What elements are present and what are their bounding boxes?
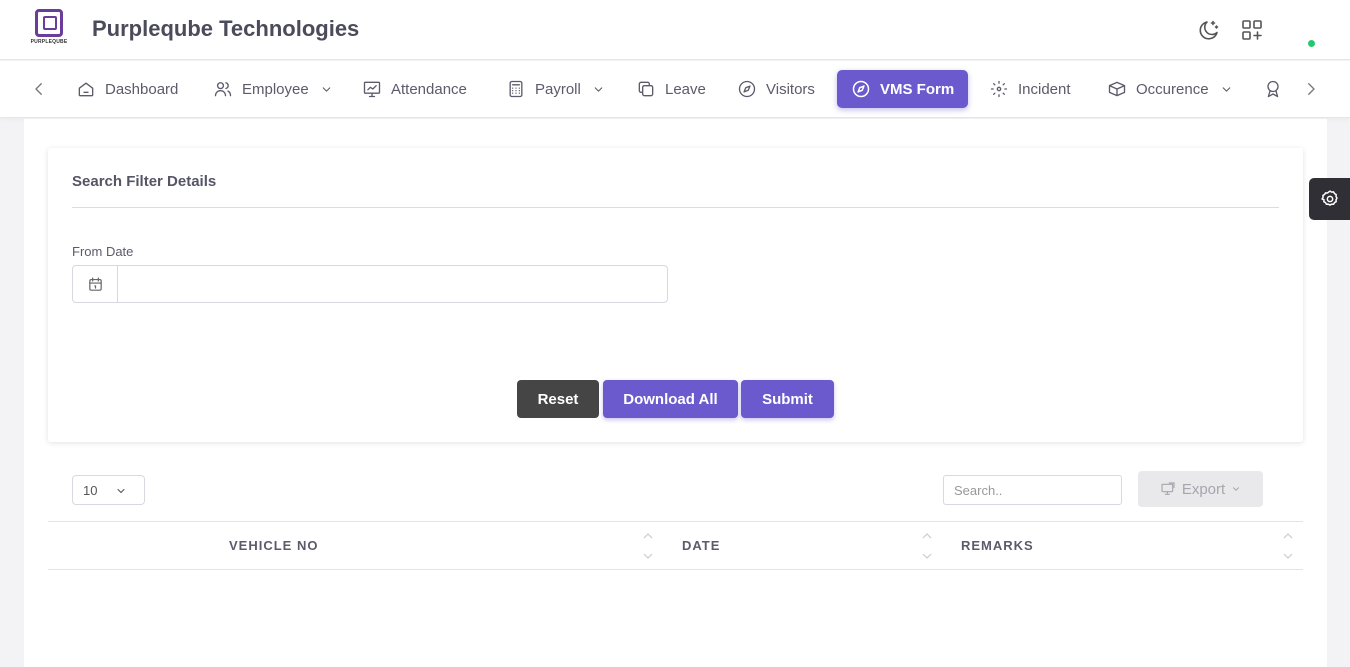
- export-label: Export: [1181, 480, 1226, 498]
- company-logo[interactable]: PURPLEQUBE: [30, 9, 68, 49]
- table-search-input[interactable]: [943, 475, 1122, 505]
- nav-item-label: Employee: [242, 80, 309, 98]
- main-nav: Dashboard Employee Attendance Payroll Le…: [0, 61, 1350, 118]
- logo-mark-icon: [35, 9, 63, 37]
- online-status-dot: [1308, 40, 1315, 47]
- reset-button[interactable]: Reset: [517, 380, 599, 418]
- award-icon[interactable]: [1263, 79, 1283, 99]
- nav-item-incident[interactable]: Incident: [975, 70, 1085, 108]
- chevron-down-icon: [1222, 86, 1230, 92]
- nav-item-attendance[interactable]: Attendance: [348, 70, 481, 108]
- logo-wordmark: PURPLEQUBE: [30, 39, 68, 45]
- theme-customizer-button[interactable]: [1309, 178, 1350, 220]
- copy-icon: [638, 81, 654, 97]
- chart-icon: [363, 81, 381, 98]
- nav-item-label: VMS Form: [880, 80, 955, 98]
- column-header-date[interactable]: DATE: [682, 522, 720, 569]
- chevron-down-icon: [1233, 487, 1240, 491]
- column-header-remarks[interactable]: REMARKS: [961, 522, 1034, 569]
- chevron-left-icon[interactable]: [30, 80, 48, 98]
- sort-icon[interactable]: [643, 532, 653, 560]
- nav-item-label: Attendance: [391, 80, 467, 98]
- from-date-group: [72, 265, 668, 303]
- nav-item-vms-form[interactable]: VMS Form: [837, 70, 969, 108]
- users-icon: [214, 82, 232, 97]
- monitor-export-icon: [1161, 482, 1175, 495]
- export-button[interactable]: Export: [1138, 471, 1263, 507]
- card-title: Search Filter Details: [72, 173, 217, 190]
- chevron-down-icon: [594, 86, 603, 92]
- calendar-icon: [88, 277, 102, 291]
- boxes-icon: [1108, 81, 1126, 97]
- grid-plus-icon[interactable]: [1240, 18, 1264, 42]
- company-name: Purpleqube Technologies: [92, 16, 360, 41]
- nav-item-visitors[interactable]: Visitors: [723, 70, 829, 108]
- nav-item-employee[interactable]: Employee: [199, 70, 347, 108]
- submit-button[interactable]: Submit: [741, 380, 834, 418]
- focus-icon: [990, 80, 1008, 98]
- compass-icon: [738, 80, 756, 98]
- nav-item-leave[interactable]: Leave: [622, 70, 720, 108]
- chevron-right-icon[interactable]: [1302, 80, 1320, 98]
- from-date-input[interactable]: [119, 266, 667, 302]
- divider: [72, 207, 1279, 208]
- download-all-button[interactable]: Download All: [603, 380, 738, 418]
- date-addon[interactable]: [73, 266, 118, 302]
- chevron-down-icon: [322, 86, 330, 92]
- nav-item-label: Visitors: [766, 80, 815, 98]
- table-header: VEHICLE NO DATE REMARKS: [48, 521, 1303, 570]
- top-header: PURPLEQUBE Purpleqube Technologies: [0, 0, 1350, 60]
- compass-icon: [852, 80, 870, 98]
- sort-icon[interactable]: [1283, 532, 1293, 560]
- nav-item-label: Dashboard: [105, 80, 179, 98]
- moon-star-icon[interactable]: [1197, 18, 1221, 42]
- nav-item-label: Leave: [665, 80, 706, 98]
- nav-item-dashboard[interactable]: Dashboard: [62, 70, 192, 108]
- gear-icon: [1320, 190, 1338, 206]
- column-header-vehicle-no[interactable]: VEHICLE NO: [229, 522, 318, 569]
- nav-item-payroll[interactable]: Payroll: [492, 70, 619, 108]
- search-filter-card: Search Filter Details From Date Reset Do…: [48, 148, 1303, 442]
- calculator-icon: [509, 80, 523, 98]
- nav-item-label: Payroll: [535, 80, 581, 98]
- nav-item-label: Incident: [1018, 80, 1071, 98]
- page-length-value: 10: [83, 482, 98, 498]
- sort-icon[interactable]: [922, 532, 932, 560]
- nav-item-label: Occurence: [1136, 80, 1209, 98]
- chevron-down-icon: [117, 488, 125, 494]
- page-length-select[interactable]: 10: [72, 475, 145, 505]
- home-icon: [78, 82, 94, 97]
- nav-item-occurence[interactable]: Occurence: [1093, 70, 1247, 108]
- from-date-label: From Date: [72, 244, 134, 259]
